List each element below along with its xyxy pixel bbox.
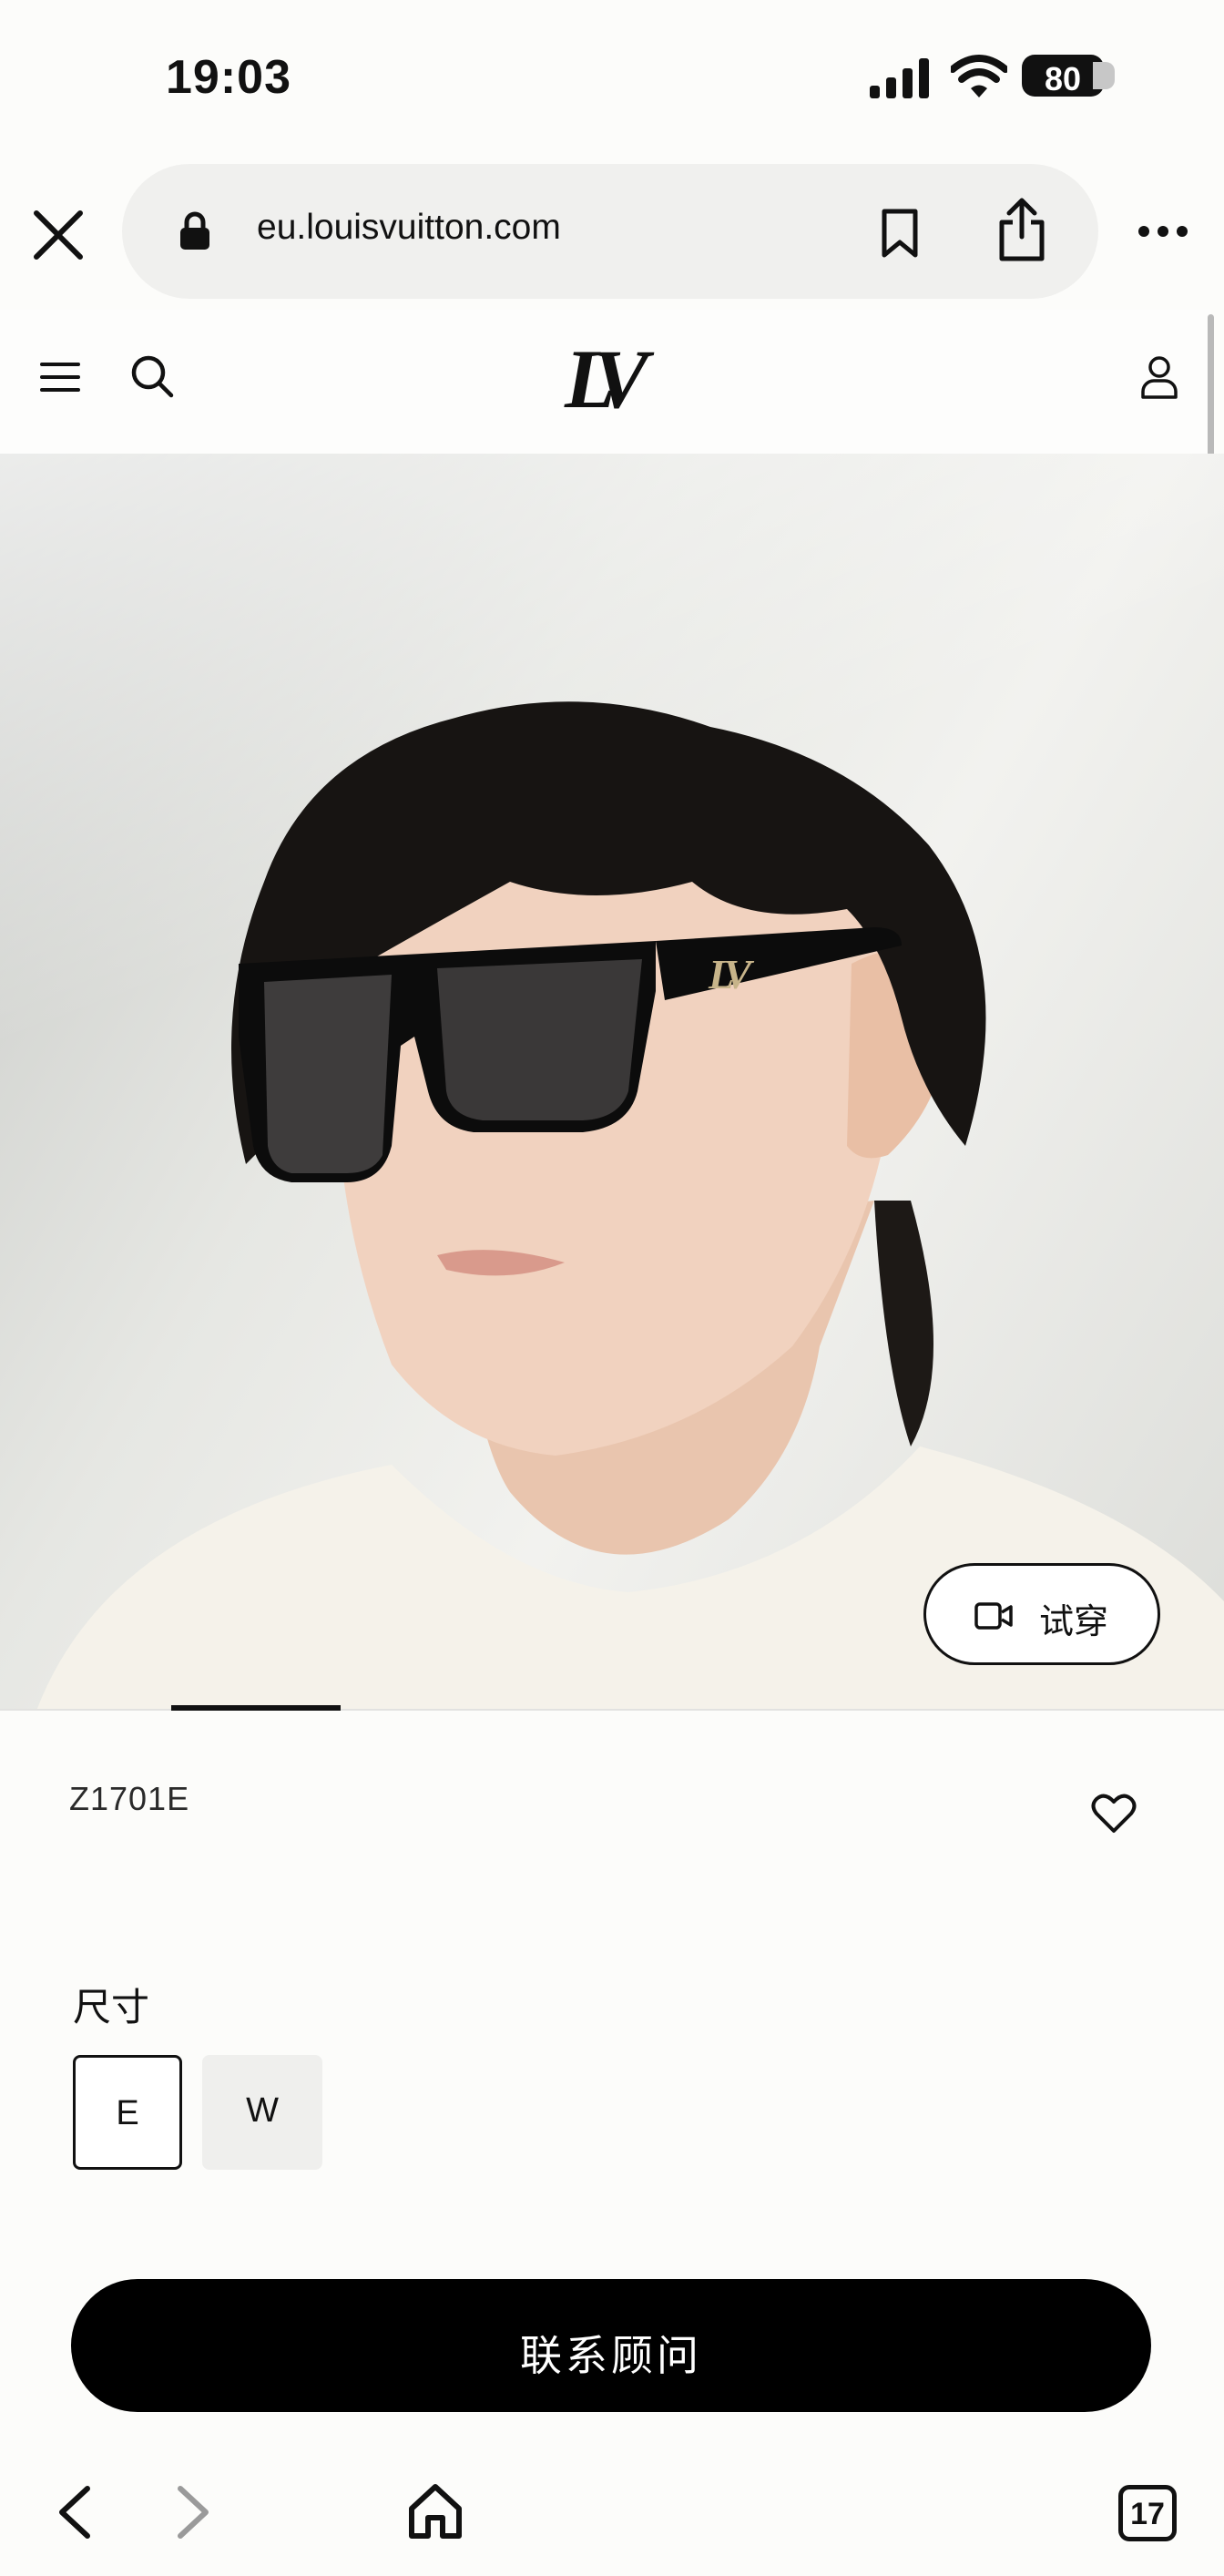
forward-icon[interactable]	[173, 2483, 215, 2541]
try-on-button[interactable]: 试穿	[923, 1563, 1160, 1665]
bookmark-icon[interactable]	[879, 208, 921, 259]
size-option-label: E	[116, 2094, 139, 2132]
battery-icon: 80	[1022, 55, 1115, 97]
product-hero-image[interactable]: LV	[0, 454, 1224, 1711]
size-option-label: W	[246, 2091, 279, 2130]
url-text[interactable]: eu.louisvuitton.com	[257, 208, 561, 248]
model-illustration: LV	[36, 701, 1224, 1711]
size-label: 尺寸	[73, 1986, 150, 2029]
wifi-icon	[951, 55, 1007, 97]
more-icon[interactable]	[1137, 222, 1189, 240]
close-icon[interactable]	[26, 202, 91, 268]
video-icon	[974, 1602, 1013, 1630]
carousel-indicator[interactable]	[171, 1705, 341, 1711]
wishlist-heart-icon[interactable]	[1091, 1793, 1137, 1835]
size-option-w[interactable]: W	[202, 2055, 322, 2170]
home-icon[interactable]	[406, 2481, 464, 2541]
size-option-e[interactable]: E	[73, 2055, 182, 2170]
battery-level: 80	[1044, 60, 1082, 97]
signal-icon	[870, 58, 929, 98]
try-on-label: 试穿	[1039, 1603, 1109, 1641]
share-icon[interactable]	[996, 197, 1047, 262]
tabs-icon[interactable]: 17	[1118, 2485, 1177, 2541]
back-icon[interactable]	[53, 2483, 95, 2541]
status-time: 19:03	[166, 51, 291, 104]
search-icon[interactable]	[129, 353, 175, 399]
tabs-count: 17	[1130, 2497, 1165, 2531]
account-icon[interactable]	[1140, 355, 1178, 399]
lv-logo[interactable]: LV	[565, 337, 656, 421]
menu-icon[interactable]	[40, 359, 80, 395]
product-sku: Z1701E	[69, 1780, 190, 1817]
contact-advisor-label: 联系顾问	[520, 2332, 702, 2379]
contact-advisor-button[interactable]: 联系顾问	[71, 2279, 1151, 2412]
lock-icon	[180, 211, 209, 250]
